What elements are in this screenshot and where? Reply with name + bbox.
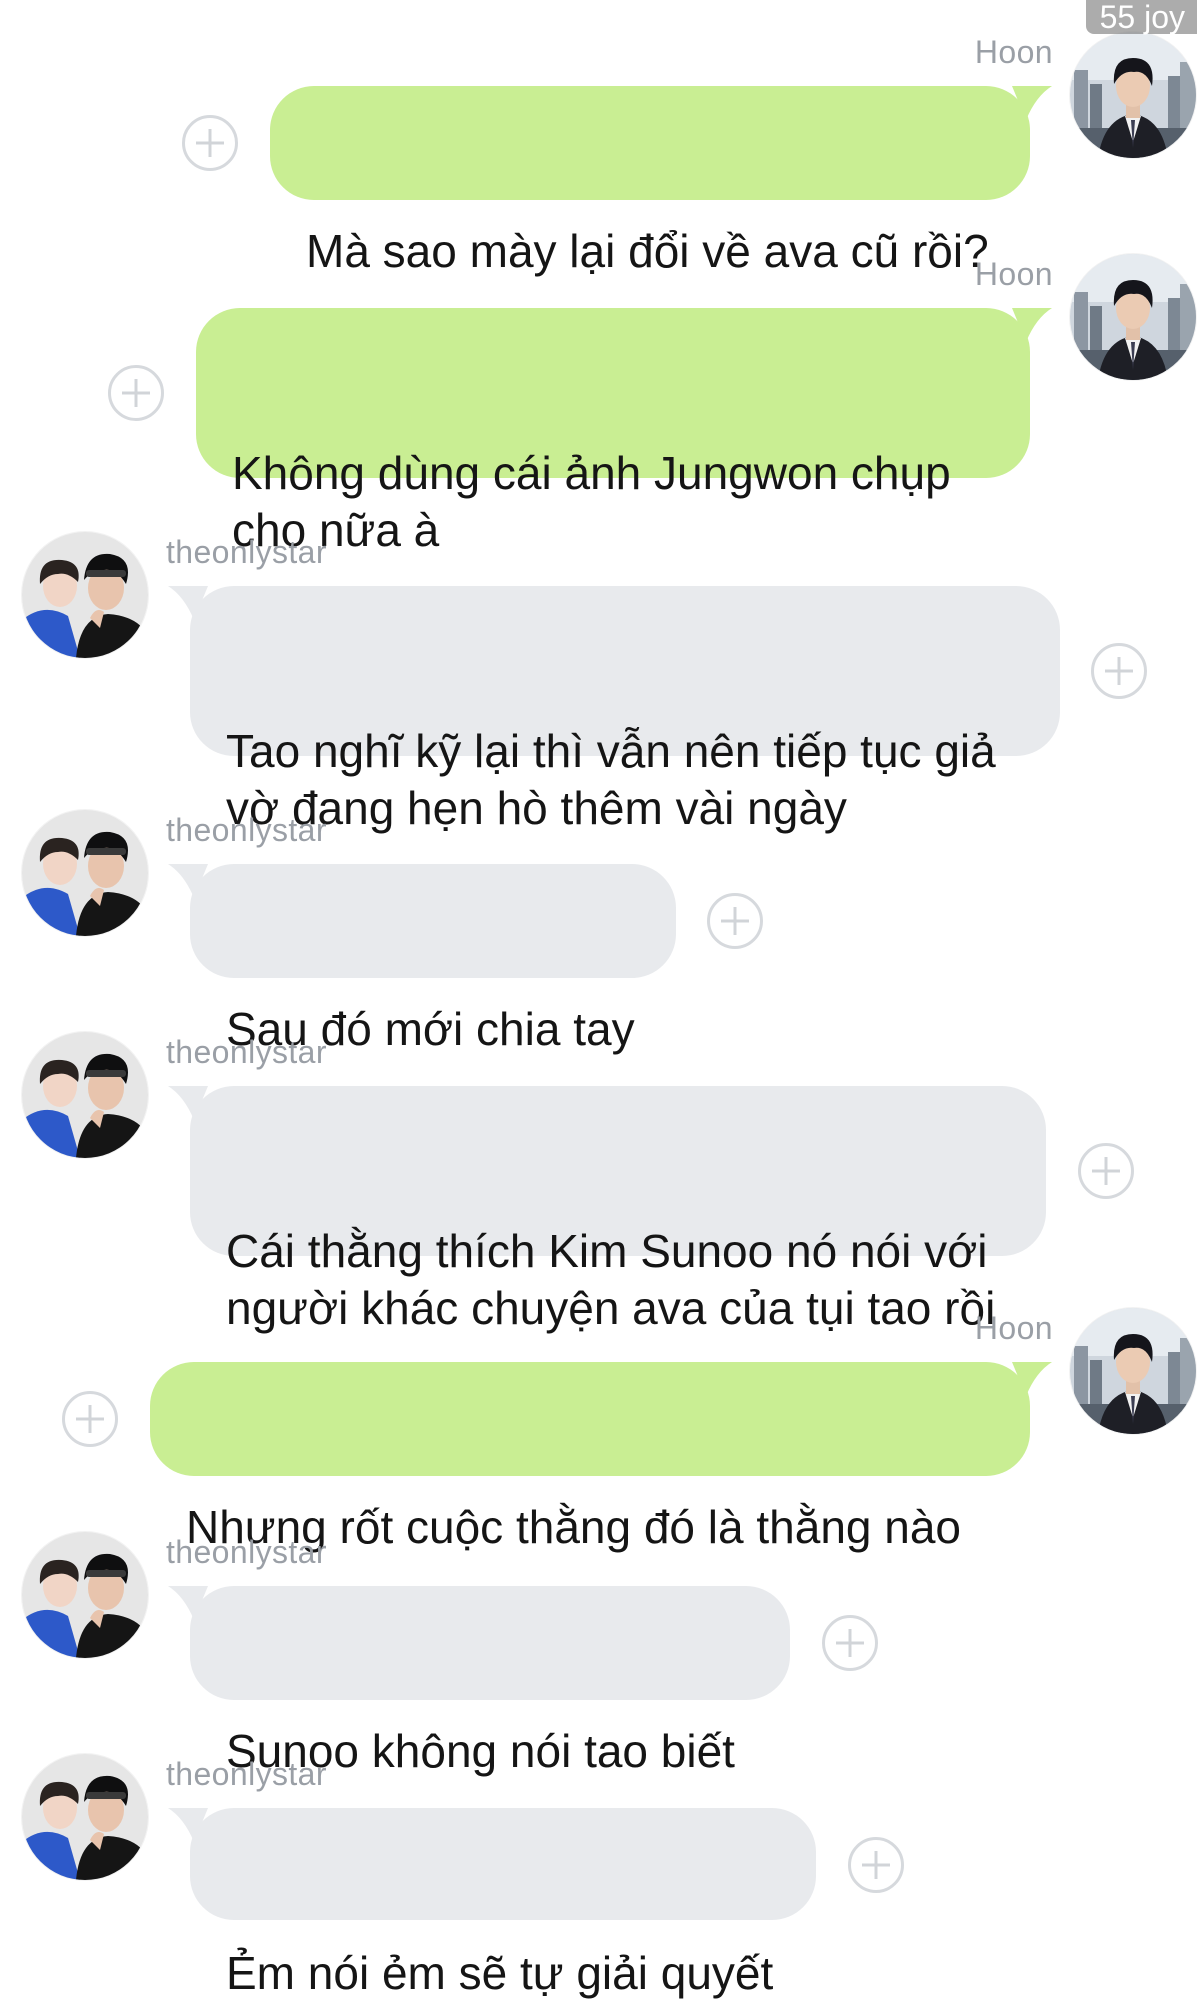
- sender-name: theonlystar: [166, 1756, 327, 1792]
- message-text: Tao nghĩ kỹ lại thì vẫn nên tiếp tục giả…: [226, 725, 996, 834]
- sender-avatar[interactable]: [22, 810, 148, 936]
- sender-name: theonlystar: [166, 1034, 327, 1070]
- sender-avatar[interactable]: [22, 1754, 148, 1880]
- add-reaction-icon[interactable]: [62, 1391, 118, 1447]
- add-reaction-icon[interactable]: [707, 893, 763, 949]
- watermark: 55 joy: [1085, 0, 1197, 34]
- message-bubble[interactable]: Cái thằng thích Kim Sunoo nó nói với ngư…: [168, 1086, 1046, 1334]
- sender-avatar[interactable]: [22, 1532, 148, 1658]
- sender-name: theonlystar: [166, 534, 327, 570]
- message-bubble[interactable]: Tao nghĩ kỹ lại thì vẫn nên tiếp tục giả…: [168, 586, 1060, 834]
- sender-avatar[interactable]: [1070, 254, 1196, 380]
- message-bubble[interactable]: Ẻm nói ẻm sẽ tự giải quyết: [168, 1808, 816, 1999]
- sender-name: Hoon: [974, 1310, 1053, 1346]
- message-text: Ẻm nói ẻm sẽ tự giải quyết: [226, 1947, 774, 1999]
- sender-name: theonlystar: [166, 1534, 327, 1570]
- add-reaction-icon[interactable]: [822, 1615, 878, 1671]
- chat-thread: Hoon Mà sao mày lại đổi về ava cũ rồi? H…: [0, 0, 1197, 1999]
- add-reaction-icon[interactable]: [848, 1837, 904, 1893]
- sender-avatar[interactable]: [22, 532, 148, 658]
- message-bubble[interactable]: Không dùng cái ảnh Jungwon chụp cho nữa …: [196, 308, 1052, 556]
- sender-avatar[interactable]: [1070, 1308, 1196, 1434]
- message-text: Cái thằng thích Kim Sunoo nó nói với ngư…: [226, 1225, 996, 1334]
- sender-name: Hoon: [974, 256, 1053, 292]
- message-bubble[interactable]: Sau đó mới chia tay: [168, 864, 676, 1055]
- add-reaction-icon[interactable]: [182, 115, 238, 171]
- add-reaction-icon[interactable]: [1091, 643, 1147, 699]
- message-bubble[interactable]: Nhưng rốt cuộc thằng đó là thằng nào: [150, 1362, 1052, 1553]
- sender-name: Hoon: [974, 34, 1053, 70]
- add-reaction-icon[interactable]: [1078, 1143, 1134, 1199]
- message-text: Không dùng cái ảnh Jungwon chụp cho nữa …: [232, 447, 951, 556]
- sender-name: theonlystar: [166, 812, 327, 848]
- sender-avatar[interactable]: [1070, 32, 1196, 158]
- message-bubble[interactable]: Mà sao mày lại đổi về ava cũ rồi?: [270, 86, 1052, 277]
- message-bubble[interactable]: Sunoo không nói tao biết: [168, 1586, 790, 1777]
- sender-avatar[interactable]: [22, 1032, 148, 1158]
- message-text: Mà sao mày lại đổi về ava cũ rồi?: [306, 225, 989, 277]
- add-reaction-icon[interactable]: [108, 365, 164, 421]
